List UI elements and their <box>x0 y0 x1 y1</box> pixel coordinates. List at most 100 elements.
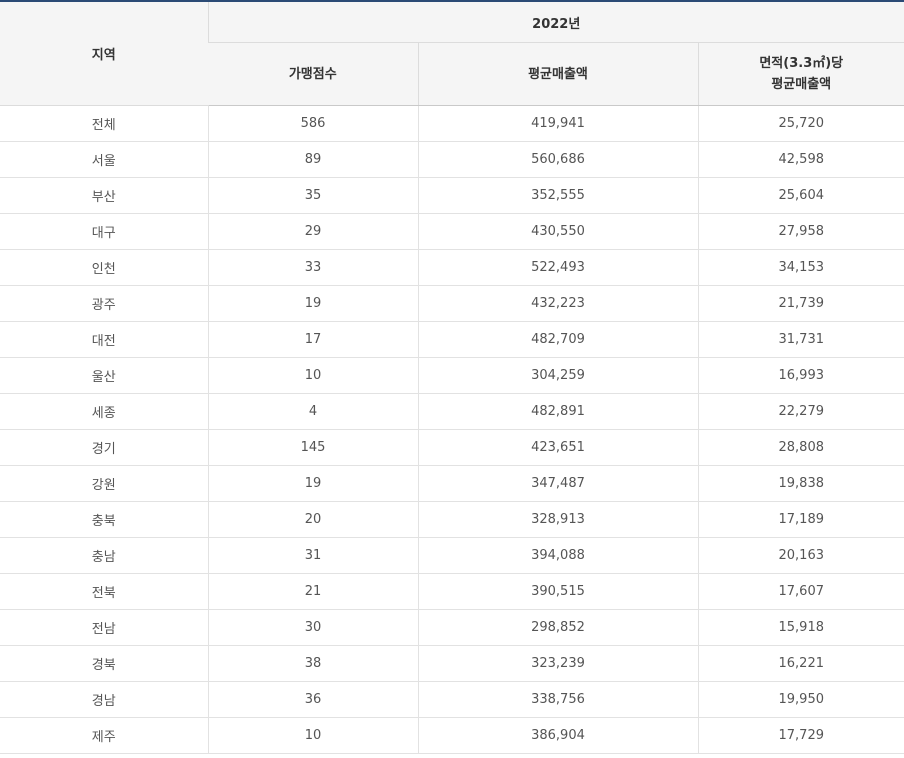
cell-region: 서울 <box>0 141 208 178</box>
cell-avg-sales: 560,686 <box>417 141 698 178</box>
cell-avg-sales: 298,852 <box>417 609 698 646</box>
cell-region: 제주 <box>0 717 208 754</box>
cell-avg-sales: 390,515 <box>417 573 698 610</box>
cell-stores: 4 <box>207 393 418 430</box>
table-row: 전북 21 390,515 17,607 <box>0 573 904 610</box>
regional-sales-table: 지역 2022년 가맹점수 평균매출액 면적(3.3㎡)당 평균매출액 전체 58… <box>0 0 904 754</box>
cell-per-area: 19,950 <box>697 681 904 718</box>
table-row: 울산 10 304,259 16,993 <box>0 357 904 394</box>
cell-region: 경남 <box>0 681 208 718</box>
table-row: 인천 33 522,493 34,153 <box>0 249 904 286</box>
cell-stores: 89 <box>207 141 418 178</box>
table-row: 서울 89 560,686 42,598 <box>0 141 904 178</box>
table-row: 세종 4 482,891 22,279 <box>0 393 904 430</box>
cell-avg-sales: 482,709 <box>417 321 698 358</box>
header-region: 지역 <box>0 1 208 106</box>
header-per-area-line1: 면적(3.3㎡)당 <box>759 56 844 71</box>
cell-per-area: 15,918 <box>697 609 904 646</box>
cell-avg-sales: 386,904 <box>417 717 698 754</box>
table-row: 부산 35 352,555 25,604 <box>0 177 904 214</box>
cell-avg-sales: 328,913 <box>417 501 698 538</box>
cell-region: 대구 <box>0 213 208 250</box>
header-year: 2022년 <box>207 1 904 43</box>
table-row: 전남 30 298,852 15,918 <box>0 609 904 646</box>
cell-stores: 20 <box>207 501 418 538</box>
header-avg-sales: 평균매출액 <box>417 42 698 106</box>
cell-stores: 36 <box>207 681 418 718</box>
table-row: 대구 29 430,550 27,958 <box>0 213 904 250</box>
cell-avg-sales: 338,756 <box>417 681 698 718</box>
cell-region: 경북 <box>0 645 208 682</box>
cell-region: 세종 <box>0 393 208 430</box>
sales-table-container: 지역 2022년 가맹점수 평균매출액 면적(3.3㎡)당 평균매출액 전체 58… <box>0 0 904 754</box>
header-per-area: 면적(3.3㎡)당 평균매출액 <box>697 42 904 106</box>
cell-avg-sales: 432,223 <box>417 285 698 322</box>
cell-per-area: 19,838 <box>697 465 904 502</box>
cell-stores: 35 <box>207 177 418 214</box>
cell-per-area: 16,993 <box>697 357 904 394</box>
cell-region: 충남 <box>0 537 208 574</box>
table-row: 경남 36 338,756 19,950 <box>0 681 904 718</box>
cell-per-area: 20,163 <box>697 537 904 574</box>
cell-per-area: 21,739 <box>697 285 904 322</box>
cell-region: 경기 <box>0 429 208 466</box>
cell-stores: 10 <box>207 717 418 754</box>
table-row: 강원 19 347,487 19,838 <box>0 465 904 502</box>
cell-stores: 21 <box>207 573 418 610</box>
table-body: 전체 586 419,941 25,720 서울 89 560,686 42,598 부산 35 3… <box>0 105 904 754</box>
cell-stores: 30 <box>207 609 418 646</box>
cell-stores: 19 <box>207 465 418 502</box>
cell-avg-sales: 522,493 <box>417 249 698 286</box>
cell-per-area: 17,189 <box>697 501 904 538</box>
cell-per-area: 42,598 <box>697 141 904 178</box>
table-row: 제주 10 386,904 17,729 <box>0 717 904 754</box>
cell-region: 전체 <box>0 105 208 142</box>
cell-avg-sales: 423,651 <box>417 429 698 466</box>
cell-per-area: 22,279 <box>697 393 904 430</box>
header-per-area-line2: 평균매출액 <box>771 77 832 92</box>
cell-per-area: 25,604 <box>697 177 904 214</box>
cell-per-area: 17,607 <box>697 573 904 610</box>
cell-region: 전남 <box>0 609 208 646</box>
cell-stores: 586 <box>207 105 418 142</box>
header-row-year: 지역 2022년 <box>0 1 904 106</box>
table-row: 경기 145 423,651 28,808 <box>0 429 904 466</box>
cell-stores: 10 <box>207 357 418 394</box>
cell-per-area: 28,808 <box>697 429 904 466</box>
cell-region: 전북 <box>0 573 208 610</box>
cell-stores: 17 <box>207 321 418 358</box>
cell-avg-sales: 482,891 <box>417 393 698 430</box>
table-row: 광주 19 432,223 21,739 <box>0 285 904 322</box>
cell-stores: 145 <box>207 429 418 466</box>
cell-avg-sales: 347,487 <box>417 465 698 502</box>
table-header: 지역 2022년 가맹점수 평균매출액 면적(3.3㎡)당 평균매출액 <box>0 1 904 106</box>
cell-per-area: 17,729 <box>697 717 904 754</box>
cell-avg-sales: 394,088 <box>417 537 698 574</box>
cell-stores: 31 <box>207 537 418 574</box>
cell-region: 충북 <box>0 501 208 538</box>
cell-avg-sales: 323,239 <box>417 645 698 682</box>
cell-stores: 29 <box>207 213 418 250</box>
cell-per-area: 34,153 <box>697 249 904 286</box>
table-row: 경북 38 323,239 16,221 <box>0 645 904 682</box>
cell-avg-sales: 430,550 <box>417 213 698 250</box>
cell-stores: 33 <box>207 249 418 286</box>
table-row: 충북 20 328,913 17,189 <box>0 501 904 538</box>
cell-region: 대전 <box>0 321 208 358</box>
header-stores: 가맹점수 <box>208 42 418 106</box>
cell-region: 광주 <box>0 285 208 322</box>
cell-per-area: 27,958 <box>697 213 904 250</box>
cell-avg-sales: 352,555 <box>417 177 698 214</box>
cell-region: 인천 <box>0 249 208 286</box>
cell-stores: 38 <box>207 645 418 682</box>
table-row: 충남 31 394,088 20,163 <box>0 537 904 574</box>
cell-per-area: 16,221 <box>697 645 904 682</box>
cell-avg-sales: 304,259 <box>417 357 698 394</box>
cell-region: 강원 <box>0 465 208 502</box>
cell-avg-sales: 419,941 <box>417 105 698 142</box>
table-row: 전체 586 419,941 25,720 <box>0 105 904 142</box>
table-row: 대전 17 482,709 31,731 <box>0 321 904 358</box>
cell-region: 울산 <box>0 357 208 394</box>
cell-stores: 19 <box>207 285 418 322</box>
cell-region: 부산 <box>0 177 208 214</box>
